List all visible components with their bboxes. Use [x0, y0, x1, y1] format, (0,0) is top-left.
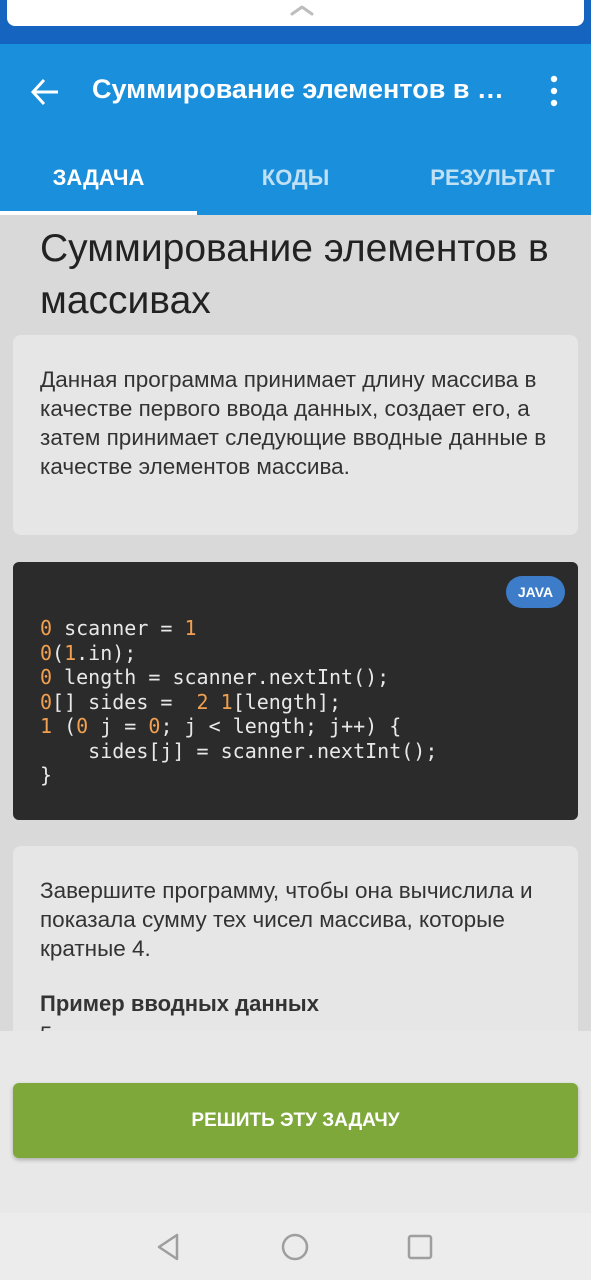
example-input-line: 5 — [40, 1022, 52, 1031]
tab-bar: ЗАДАЧА КОДЫ РЕЗУЛЬТАТ — [0, 140, 591, 215]
app-bar-title: Суммирование элементов в массивах — [92, 74, 517, 105]
code-line: sides[j] = scanner.nextInt(); — [40, 739, 437, 763]
solve-task-button[interactable]: РЕШИТЬ ЭТУ ЗАДАЧУ — [13, 1083, 578, 1158]
description-text: Данная программа принимает длину массива… — [40, 365, 555, 481]
chevron-up-icon — [289, 2, 315, 18]
back-button[interactable] — [28, 75, 62, 109]
square-recents-icon — [405, 1232, 435, 1262]
nav-back-button[interactable] — [154, 1232, 184, 1262]
code-line: 1 (0 j = 0; j < length; j++) { — [40, 714, 401, 738]
more-options-button[interactable] — [540, 74, 568, 110]
task-card: Завершите программу, чтобы она вычислила… — [13, 846, 578, 1031]
language-badge: JAVA — [506, 576, 565, 608]
page-title: Суммирование элементов в массивах — [40, 223, 560, 327]
code-block: JAVA 0 scanner = 1 0(1.in); 0 lengt… — [13, 562, 578, 820]
code-line: 0 scanner = 1 — [40, 616, 197, 640]
nav-recents-button[interactable] — [405, 1232, 435, 1262]
bottom-sheet-handle[interactable] — [7, 0, 584, 26]
example-heading: Пример вводных данных — [40, 991, 319, 1017]
tab-task[interactable]: ЗАДАЧА — [0, 140, 197, 215]
task-content[interactable]: Суммирование элементов в массивах Данная… — [0, 215, 591, 1031]
circle-home-icon — [280, 1232, 310, 1262]
description-card: Данная программа принимает длину массива… — [13, 335, 578, 535]
nav-home-button[interactable] — [280, 1232, 310, 1262]
triangle-back-icon — [154, 1232, 184, 1262]
system-nav-bar — [0, 1213, 591, 1280]
task-text: Завершите программу, чтобы она вычислила… — [40, 876, 555, 963]
arrow-left-icon — [28, 75, 62, 109]
tab-result[interactable]: РЕЗУЛЬТАТ — [394, 140, 591, 215]
top-sheet-bar — [0, 0, 591, 44]
app-bar: Суммирование элементов в массивах — [0, 44, 591, 140]
action-area: РЕШИТЬ ЭТУ ЗАДАЧУ — [0, 1031, 591, 1213]
code-line: 0[] sides = 2 1[length]; — [40, 690, 341, 714]
code-line: 0 length = scanner.nextInt(); — [40, 665, 389, 689]
code-line: } — [40, 763, 52, 787]
tab-codes[interactable]: КОДЫ — [197, 140, 394, 215]
code-line: 0(1.in); — [40, 641, 136, 665]
more-vertical-icon — [540, 74, 568, 110]
code-text: 0 scanner = 1 0(1.in); 0 length = s… — [40, 616, 437, 788]
